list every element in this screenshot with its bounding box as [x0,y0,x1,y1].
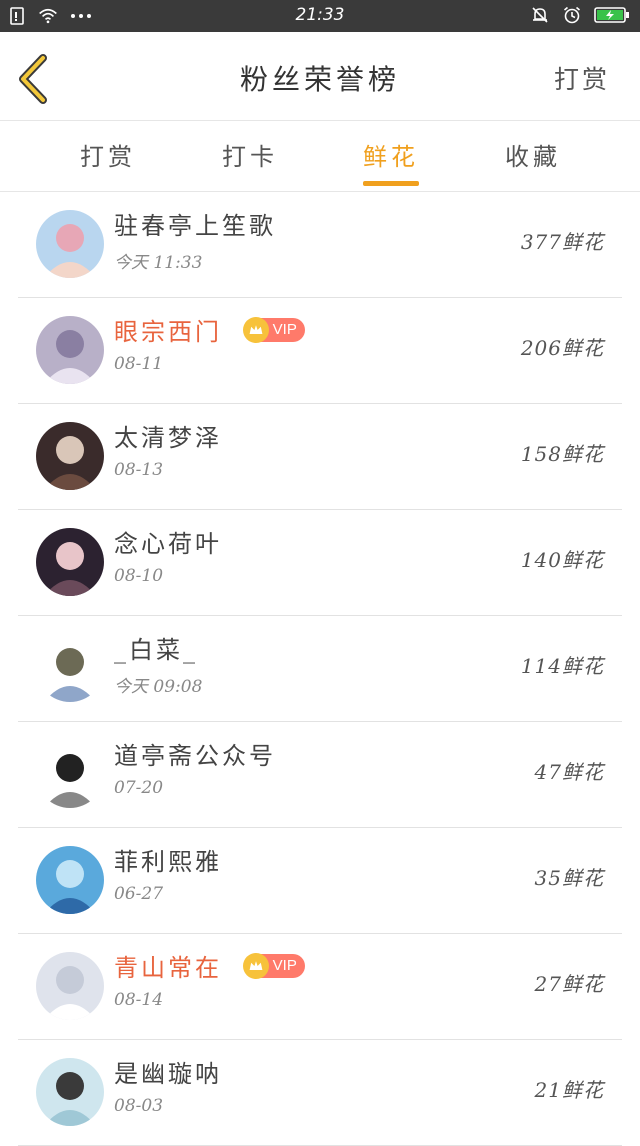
page-title: 粉丝荣誉榜 [239,63,400,96]
flower-count: 377鲜花 [520,230,604,254]
flower-count: 21鲜花 [534,1078,604,1102]
fan-date: 08-10 [114,566,164,586]
flower-count: 27鲜花 [534,972,604,996]
avatar-image [36,210,104,278]
fan-name: 菲利熙雅 [114,842,222,877]
active-tab-indicator [363,181,419,186]
avatar-image [36,422,104,490]
bell-muted-icon [532,7,548,23]
flower-count: 158鲜花 [520,442,604,466]
tab-checkin[interactable]: 打卡 [190,137,310,172]
crown-icon [242,952,269,979]
tab-favorites[interactable]: 收藏 [473,137,593,172]
avatar-image [36,528,104,596]
flower-count: 114鲜花 [520,654,604,678]
fan-date: 08-13 [114,460,164,480]
avatar[interactable] [36,846,104,914]
avatar[interactable] [36,316,104,384]
fan-name: 念心荷叶 [114,524,222,559]
list-item[interactable]: 青山常在 VIP 08-14 27鲜花 [18,934,622,1040]
fan-date: 今天 09:08 [114,677,203,697]
avatar[interactable] [36,952,104,1020]
fan-name-text: 道亭斋公众号 [114,742,276,770]
list-item[interactable]: 道亭斋公众号 07-20 47鲜花 [18,722,622,828]
battery-charging-icon [594,7,629,23]
avatar-image [36,634,104,702]
fan-date: 06-27 [114,884,164,904]
tab-reward[interactable]: 打赏 [48,137,168,172]
avatar[interactable] [36,422,104,490]
status-right-icons [530,5,630,25]
avatar-image [36,316,104,384]
crown-icon [242,316,269,343]
fan-name: 青山常在 VIP [114,948,305,983]
fan-name: 道亭斋公众号 [114,736,276,771]
fan-name: 太清梦泽 [114,418,222,453]
fan-name-text: 是幽璇呐 [114,1060,222,1088]
fan-ranking-list: 驻春亭上笙歌 今天 11:33 377鲜花 眼宗西门 VIP 08-11 206… [0,192,640,1146]
flower-count: 140鲜花 [520,548,604,572]
list-item[interactable]: _白菜_ 今天 09:08 114鲜花 [18,616,622,722]
fan-name: 驻春亭上笙歌 [114,206,276,241]
flower-count: 206鲜花 [520,336,604,360]
fan-date: 08-11 [114,354,164,374]
list-item[interactable]: 菲利熙雅 06-27 35鲜花 [18,828,622,934]
fan-name: _白菜_ [114,630,198,665]
list-item[interactable]: 眼宗西门 VIP 08-11 206鲜花 [18,298,622,404]
alarm-icon [563,6,581,24]
fan-name-text: 驻春亭上笙歌 [114,212,276,240]
fan-name-text: 念心荷叶 [114,530,222,558]
flower-count: 47鲜花 [534,760,604,784]
vip-badge: VIP [242,316,305,343]
list-item[interactable]: 是幽璇呐 08-03 21鲜花 [18,1040,622,1146]
list-item[interactable]: 太清梦泽 08-13 158鲜花 [18,404,622,510]
avatar[interactable] [36,210,104,278]
avatar-image [36,740,104,808]
status-bar: 21:33 [0,0,640,32]
list-item[interactable]: 念心荷叶 08-10 140鲜花 [18,510,622,616]
fan-name-text: 青山常在 [114,954,222,982]
fan-name: 是幽璇呐 [114,1054,222,1089]
avatar[interactable] [36,634,104,702]
avatar[interactable] [36,1058,104,1126]
fan-name-text: _白菜_ [114,636,198,664]
avatar[interactable] [36,528,104,596]
fan-date: 07-20 [114,778,164,798]
flower-count: 35鲜花 [534,866,604,890]
fan-date: 今天 11:33 [114,253,203,273]
avatar[interactable] [36,740,104,808]
header-bar: 粉丝荣誉榜 打赏 [0,32,640,121]
fan-name-text: 眼宗西门 [114,318,222,346]
tab-bar: 打赏 打卡 鲜花 收藏 [0,121,640,192]
vip-badge-label: VIP [272,957,297,974]
avatar-image [36,952,104,1020]
fan-date: 08-03 [114,1096,164,1116]
list-item[interactable]: 驻春亭上笙歌 今天 11:33 377鲜花 [18,192,622,298]
vip-badge-label: VIP [272,321,297,338]
reward-button[interactable]: 打赏 [554,60,610,96]
avatar-image [36,1058,104,1126]
fan-name: 眼宗西门 VIP [114,312,305,347]
fan-name-text: 菲利熙雅 [114,848,222,876]
tab-flowers[interactable]: 鲜花 [331,137,451,172]
vip-badge: VIP [242,952,305,979]
fan-date: 08-14 [114,990,164,1010]
fan-name-text: 太清梦泽 [114,424,222,452]
avatar-image [36,846,104,914]
